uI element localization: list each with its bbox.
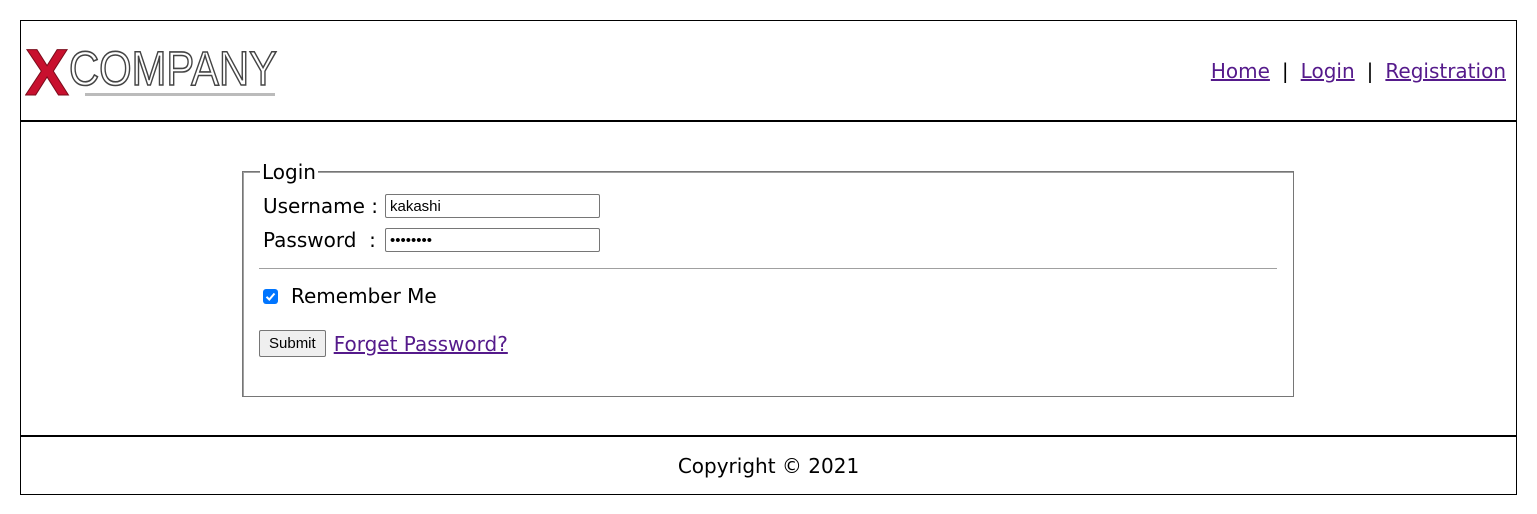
top-nav: Home | Login | Registration (1211, 59, 1506, 83)
login-fieldset: Login Username : Password : Remember Me (242, 160, 1294, 397)
remember-me-checkbox[interactable] (263, 288, 278, 304)
checkmark-icon (265, 292, 276, 301)
logo-mark: X (25, 41, 69, 103)
nav-separator: | (1366, 59, 1374, 83)
nav-home-link[interactable]: Home (1211, 59, 1270, 83)
nav-registration-link[interactable]: Registration (1385, 59, 1506, 83)
nav-separator: | (1281, 59, 1289, 83)
username-input[interactable] (385, 194, 600, 218)
forgot-password-link[interactable]: Forget Password? (334, 332, 508, 356)
site-footer: Copyright © 2021 (21, 435, 1516, 494)
password-row: Password : (263, 228, 600, 252)
copyright-text: Copyright © 2021 (677, 453, 860, 478)
page-frame: X COMPANY Home | Login | Registration Lo… (20, 20, 1517, 495)
login-legend: Login (260, 160, 318, 184)
nav-login-link[interactable]: Login (1301, 59, 1355, 83)
form-divider (259, 268, 1277, 269)
password-input[interactable] (385, 228, 600, 252)
company-logo: X COMPANY (25, 41, 278, 103)
main-content: Login Username : Password : Remember Me (21, 122, 1516, 435)
password-label: Password : (263, 228, 376, 252)
username-label: Username : (263, 194, 379, 218)
remember-me-label: Remember Me (291, 284, 437, 308)
logo-text: COMPANY (69, 43, 277, 96)
submit-button[interactable]: Submit (259, 330, 326, 357)
site-header: X COMPANY Home | Login | Registration (21, 21, 1516, 122)
remember-me-row: Remember Me (263, 284, 437, 308)
form-actions: Submit Forget Password? (259, 330, 508, 357)
username-row: Username : (263, 194, 600, 218)
